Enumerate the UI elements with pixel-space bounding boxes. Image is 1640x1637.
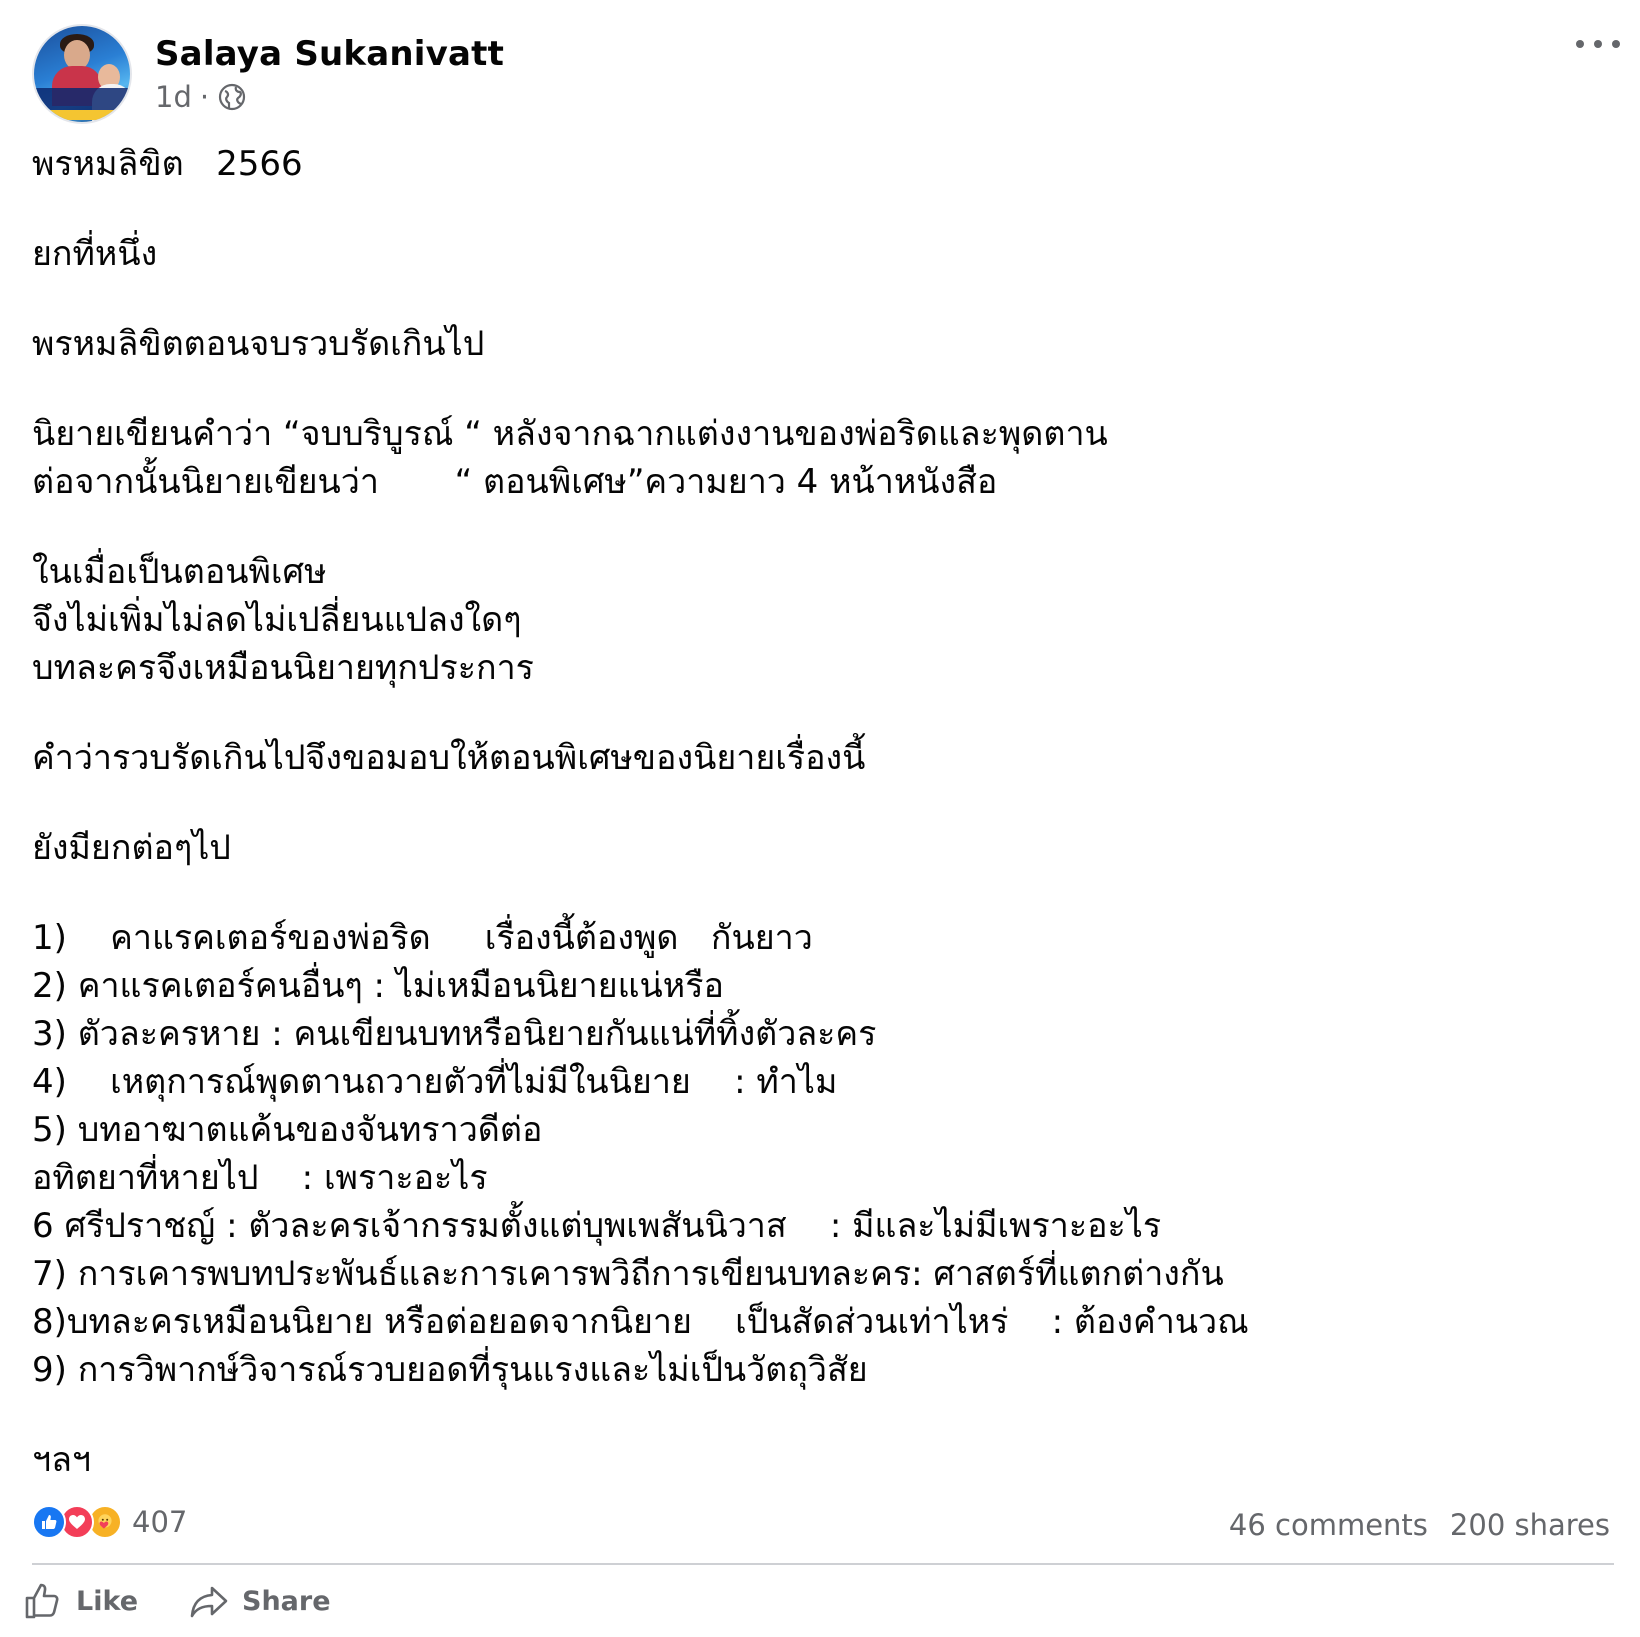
post-time[interactable]: 1d	[155, 80, 192, 114]
share-label: Share	[242, 1585, 331, 1617]
like-button[interactable]: Like	[22, 1580, 138, 1622]
post-text-line: นิยายเขียนคำว่า “จบบริบูรณ์ “ หลังจากฉาก…	[32, 414, 1108, 454]
post-text-line: 1) คาแรคเตอร์ของพ่อริด เรื่องนี้ต้องพูด …	[32, 918, 813, 958]
author-name[interactable]: Salaya Sukanivatt	[155, 34, 504, 74]
post-text-line: ต่อจากนั้นนิยายเขียนว่า “ ตอนพิเศษ”ความย…	[32, 462, 998, 502]
like-label: Like	[76, 1585, 139, 1617]
post-text-line: 5) บทอาฆาตแค้นของจันทราวดีต่อ	[32, 1110, 543, 1150]
reaction-count: 407	[132, 1505, 188, 1539]
post-text-line: 6 ศรีปราชญ์ : ตัวละครเจ้ากรรมตั้งแต่บุพเ…	[32, 1206, 1162, 1246]
share-icon	[190, 1586, 228, 1618]
post-body: พรหมลิขิต 2566 ยกที่หนึ่งพรหมลิขิตตอนจบรว…	[32, 140, 1592, 1484]
author-avatar[interactable]	[32, 24, 132, 124]
post-text-line: คำว่ารวบรัดเกินไปจึงขอมอบให้ตอนพิเศษของน…	[32, 738, 866, 778]
comments-count[interactable]: 46 comments	[1229, 1508, 1428, 1542]
post-text-line: ฯลฯ	[32, 1440, 92, 1480]
reaction-summary[interactable]: 407	[32, 1505, 187, 1539]
post-actions: Like Share	[22, 1580, 381, 1622]
post-text-line: ยกที่หนึ่ง	[32, 234, 158, 274]
more-options-icon[interactable]	[1576, 30, 1620, 58]
post-text-line: จึงไม่เพิ่มไม่ลดไม่เปลี่ยนแปลงใดๆ	[32, 600, 522, 640]
thumbs-up-icon	[25, 1583, 59, 1619]
meta-separator: ·	[199, 80, 210, 114]
post-text-line: ในเมื่อเป็นตอนพิเศษ	[32, 552, 327, 592]
post-text-line: พรหมลิขิต 2566	[32, 144, 303, 184]
post-text-line: 8)บทละครเหมือนนิยาย หรือต่อยอดจากนิยาย เ…	[32, 1302, 1249, 1342]
post-text-line: 7) การเคารพบทประพันธ์และการเคารพวิถีการเ…	[32, 1254, 1224, 1294]
post-text-line: อทิตยาที่หายไป : เพราะอะไร	[32, 1158, 488, 1198]
post-stats: 46 comments 200 shares	[1229, 1508, 1610, 1542]
post-meta: 1d ·	[155, 80, 247, 114]
post-text-line: 9) การวิพากษ์วิจารณ์รวบยอดที่รุนแรงและไม…	[32, 1350, 868, 1390]
like-icon	[32, 1505, 66, 1539]
share-button[interactable]: Share	[188, 1580, 331, 1622]
shares-count[interactable]: 200 shares	[1450, 1508, 1610, 1542]
post-text-line: 4) เหตุการณ์พุดตานถวายตัวที่ไม่มีในนิยาย…	[32, 1062, 838, 1102]
globe-icon[interactable]	[217, 82, 247, 112]
post-text-line: 2) คาแรคเตอร์คนอื่นๆ : ไม่เหมือนนิยายแน่…	[32, 966, 724, 1006]
post-text-line: พรหมลิขิตตอนจบรวบรัดเกินไป	[32, 324, 485, 364]
post-text-line: บทละครจึงเหมือนนิยายทุกประการ	[32, 648, 534, 688]
post-text-line: 3) ตัวละครหาย : คนเขียนบทหรือนิยายกันแน่…	[32, 1014, 877, 1054]
facebook-post: Salaya Sukanivatt 1d · พรหมลิขิต 2566 ยกท…	[0, 0, 1640, 1637]
divider	[32, 1563, 1614, 1565]
post-text-line: ยังมียกต่อๆไป	[32, 828, 231, 868]
